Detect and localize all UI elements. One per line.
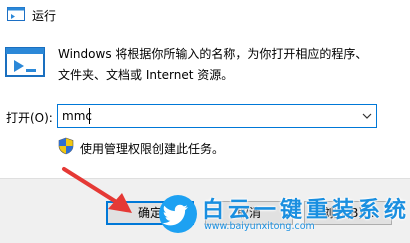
title-bar: 运行 <box>0 0 410 30</box>
watermark: 白云一键重装系统 www.baiyunxitong.com <box>150 190 408 240</box>
twitter-bird-logo-icon <box>158 194 198 234</box>
description-line-2: 文件夹、文档或 Internet 资源。 <box>58 68 234 82</box>
open-input-value[interactable]: mmc <box>62 109 92 123</box>
description-line-1: Windows 将根据你所输入的名称，为你打开相应的程序、 <box>58 47 368 61</box>
red-pointer-arrow-icon <box>60 165 140 217</box>
open-combobox[interactable]: mmc <box>57 104 377 128</box>
watermark-title: 白云一键重装系统 <box>202 198 410 223</box>
uac-shield-icon <box>58 137 74 155</box>
run-program-icon <box>4 45 48 79</box>
watermark-url: www.baiyunxitong.com <box>204 221 315 232</box>
run-window-icon <box>7 6 25 22</box>
dropdown-chevron-icon[interactable] <box>358 105 376 127</box>
window-title: 运行 <box>32 9 57 23</box>
open-label: 打开(O): <box>6 111 53 125</box>
admin-note: 使用管理权限创建此任务。 <box>80 142 225 156</box>
dialog-description: Windows 将根据你所输入的名称，为你打开相应的程序、 文件夹、文档或 In… <box>58 44 398 86</box>
text-caret <box>89 108 90 124</box>
